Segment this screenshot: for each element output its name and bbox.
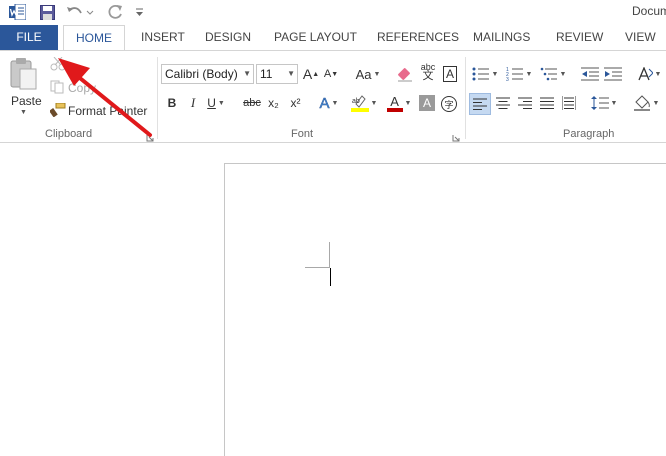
justify-button[interactable] bbox=[537, 93, 557, 113]
font-name-combo[interactable]: Calibri (Body) ▼ bbox=[161, 64, 254, 84]
ribbon: Paste ▼ Copy Format Painter Clipboard Ca… bbox=[0, 50, 666, 143]
bullets-icon bbox=[472, 67, 489, 81]
line-spacing-button[interactable]: ▼ bbox=[589, 93, 619, 113]
numbering-button[interactable]: 1 2 3 ▼ bbox=[504, 64, 534, 84]
margin-corner-mark bbox=[329, 242, 330, 268]
text-effects-label: A bbox=[319, 94, 330, 112]
font-group-label: Font bbox=[291, 128, 314, 140]
align-left-icon bbox=[473, 98, 487, 110]
paste-dropdown-icon[interactable]: ▼ bbox=[20, 109, 27, 116]
character-shading-button[interactable]: A bbox=[419, 95, 435, 111]
grow-font-button[interactable]: A ▲ bbox=[302, 64, 320, 84]
character-border-button[interactable]: A bbox=[441, 64, 459, 84]
copy-button[interactable]: Copy bbox=[68, 81, 96, 95]
asian-layout-icon bbox=[637, 67, 653, 81]
paste-button[interactable]: Paste bbox=[11, 94, 42, 108]
margin-corner-mark bbox=[305, 267, 330, 268]
document-page[interactable] bbox=[224, 163, 666, 456]
bullets-button[interactable]: ▼ bbox=[470, 64, 500, 84]
grow-font-label: A bbox=[302, 66, 313, 82]
format-painter-button[interactable]: Format Painter bbox=[68, 104, 147, 118]
multilevel-list-icon bbox=[540, 67, 557, 81]
multilevel-list-button[interactable]: ▼ bbox=[538, 64, 568, 84]
align-right-button[interactable] bbox=[515, 93, 535, 113]
undo-icon[interactable] bbox=[64, 3, 96, 21]
tab-insert[interactable]: INSERT bbox=[141, 25, 185, 50]
align-left-button[interactable] bbox=[469, 93, 491, 115]
cut-icon[interactable] bbox=[50, 56, 66, 71]
distributed-button[interactable] bbox=[559, 93, 579, 113]
increase-indent-button[interactable] bbox=[603, 64, 623, 84]
change-case-button[interactable]: Aa ▼ bbox=[353, 64, 383, 84]
word-logo-icon bbox=[8, 3, 26, 21]
numbering-icon: 123 bbox=[506, 67, 523, 81]
paste-icon bbox=[8, 57, 42, 93]
character-border-label: A bbox=[442, 66, 457, 82]
subscript-button[interactable]: x₂ bbox=[265, 93, 282, 113]
paragraph-group-label: Paragraph bbox=[563, 128, 615, 140]
underline-button[interactable]: U ▼ bbox=[203, 93, 229, 113]
chevron-down-icon[interactable]: ▼ bbox=[287, 65, 295, 83]
clipboard-launcher-icon[interactable] bbox=[146, 131, 154, 142]
tab-view[interactable]: VIEW bbox=[625, 25, 656, 50]
enclose-characters-label: 字 bbox=[441, 96, 457, 112]
shrink-font-button[interactable]: A ▼ bbox=[322, 64, 340, 84]
align-center-icon bbox=[496, 97, 510, 109]
italic-button[interactable]: I bbox=[185, 93, 201, 113]
highlight-button[interactable]: ab ▼ bbox=[349, 93, 379, 113]
distributed-icon bbox=[562, 96, 576, 110]
group-separator bbox=[157, 57, 158, 139]
justify-icon bbox=[540, 97, 554, 109]
decrease-indent-button[interactable] bbox=[580, 64, 600, 84]
chevron-down-icon[interactable]: ▼ bbox=[243, 65, 251, 83]
customize-qat-icon[interactable] bbox=[133, 3, 145, 21]
clipboard-group-label: Clipboard bbox=[45, 128, 93, 140]
font-color-button[interactable]: A ▼ bbox=[384, 93, 414, 113]
bold-button[interactable]: B bbox=[164, 93, 180, 113]
tab-review[interactable]: REVIEW bbox=[556, 25, 603, 50]
superscript-button[interactable]: x² bbox=[287, 93, 304, 113]
redo-icon[interactable] bbox=[107, 3, 125, 21]
paint-bucket-icon bbox=[633, 95, 650, 111]
group-separator bbox=[465, 57, 466, 139]
font-color-label: A bbox=[386, 95, 403, 112]
tab-home[interactable]: HOME bbox=[63, 25, 125, 51]
increase-indent-icon bbox=[604, 67, 622, 81]
align-center-button[interactable] bbox=[493, 93, 513, 113]
text-cursor bbox=[330, 268, 331, 286]
save-icon[interactable] bbox=[38, 3, 56, 21]
quick-access-toolbar: Docum bbox=[0, 0, 666, 24]
font-name-value: Calibri (Body) bbox=[165, 67, 238, 81]
copy-icon[interactable] bbox=[50, 80, 66, 94]
line-spacing-icon bbox=[590, 96, 609, 110]
highlighter-icon: ab bbox=[350, 95, 369, 112]
tab-design[interactable]: DESIGN bbox=[205, 25, 251, 50]
asian-layout-button[interactable]: ▼ bbox=[634, 64, 664, 84]
svg-text:3: 3 bbox=[506, 77, 509, 81]
ribbon-tabs: FILE HOME INSERT DESIGN PAGE LAYOUT REFE… bbox=[0, 25, 666, 51]
font-size-value: 11 bbox=[260, 67, 273, 81]
font-launcher-icon[interactable] bbox=[452, 131, 460, 142]
enclose-characters-button[interactable]: 字 bbox=[440, 94, 458, 114]
eraser-icon bbox=[398, 68, 412, 82]
tab-references[interactable]: REFERENCES bbox=[377, 25, 459, 50]
tab-mailings[interactable]: MAILINGS bbox=[473, 25, 530, 50]
font-size-combo[interactable]: 11 ▼ bbox=[256, 64, 298, 84]
format-painter-icon[interactable] bbox=[49, 102, 66, 118]
svg-text:ab: ab bbox=[352, 98, 360, 105]
decrease-indent-icon bbox=[581, 67, 599, 81]
shrink-font-label: A bbox=[323, 68, 332, 80]
strikethrough-button[interactable]: abc bbox=[242, 93, 262, 113]
window-title: Docum bbox=[632, 4, 666, 18]
phonetic-guide-button[interactable]: abc 文 bbox=[418, 62, 438, 82]
underline-label: U bbox=[207, 96, 216, 110]
tab-page-layout[interactable]: PAGE LAYOUT bbox=[274, 25, 357, 50]
align-right-icon bbox=[518, 97, 532, 109]
change-case-label: Aa bbox=[355, 66, 372, 82]
text-effects-button[interactable]: A ▼ bbox=[316, 93, 342, 113]
shading-button[interactable]: ▼ bbox=[631, 93, 661, 113]
clear-formatting-button[interactable] bbox=[395, 64, 415, 84]
tab-file[interactable]: FILE bbox=[0, 25, 58, 50]
